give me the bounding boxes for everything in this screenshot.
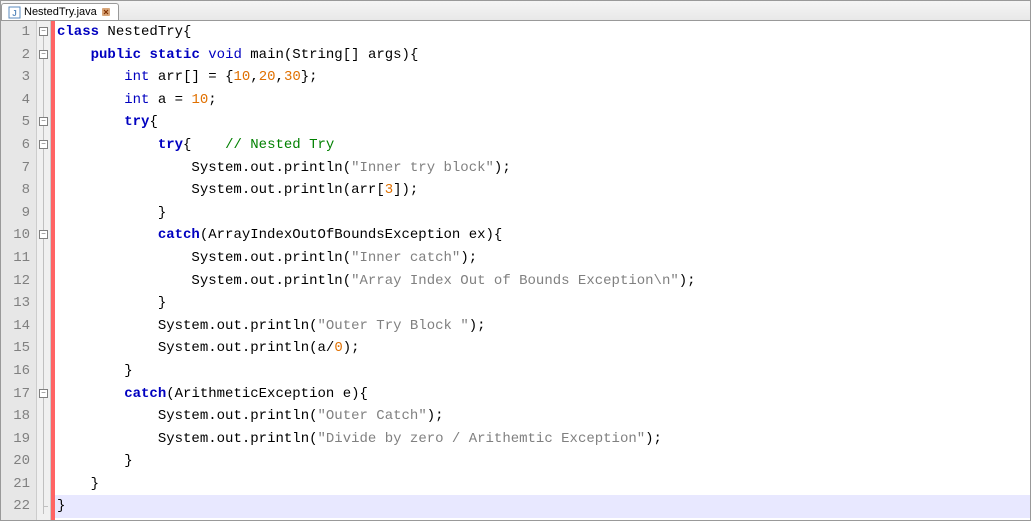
fold-toggle[interactable]: − [39, 389, 48, 398]
code-line[interactable]: try{ [55, 111, 1030, 134]
line-number: 2 [1, 44, 30, 67]
code-line[interactable]: } [55, 202, 1030, 225]
code-line[interactable]: try{ // Nested Try [55, 134, 1030, 157]
line-number: 21 [1, 473, 30, 496]
line-number: 22 [1, 495, 30, 518]
tab-filename: NestedTry.java [24, 6, 97, 18]
code-line[interactable]: } [55, 495, 1030, 518]
line-number-gutter: 12345678910111213141516171819202122 [1, 21, 37, 520]
line-number: 10 [1, 224, 30, 247]
java-file-icon: J [8, 6, 21, 19]
line-number: 14 [1, 315, 30, 338]
line-number: 6 [1, 134, 30, 157]
line-number: 20 [1, 450, 30, 473]
svg-text:J: J [12, 9, 16, 18]
code-line[interactable]: System.out.println("Inner catch"); [55, 247, 1030, 270]
fold-toggle[interactable]: − [39, 50, 48, 59]
line-number: 13 [1, 292, 30, 315]
code-line[interactable]: System.out.println("Outer Try Block "); [55, 315, 1030, 338]
fold-toggle[interactable]: − [39, 27, 48, 36]
code-line[interactable]: System.out.println(a/0); [55, 337, 1030, 360]
line-number: 19 [1, 428, 30, 451]
line-number: 5 [1, 111, 30, 134]
line-number: 17 [1, 383, 30, 406]
tab-close-button[interactable] [100, 6, 112, 18]
fold-toggle[interactable]: − [39, 117, 48, 126]
code-line[interactable]: class NestedTry{ [55, 21, 1030, 44]
line-number: 15 [1, 337, 30, 360]
code-line[interactable]: } [55, 292, 1030, 315]
fold-toggle[interactable]: − [39, 230, 48, 239]
line-number: 18 [1, 405, 30, 428]
code-line[interactable]: System.out.println("Outer Catch"); [55, 405, 1030, 428]
line-number: 4 [1, 89, 30, 112]
tab-bar: J NestedTry.java [1, 1, 1030, 21]
line-number: 9 [1, 202, 30, 225]
code-line[interactable]: catch(ArrayIndexOutOfBoundsException ex)… [55, 224, 1030, 247]
line-number: 16 [1, 360, 30, 383]
code-line[interactable]: public static void main(String[] args){ [55, 44, 1030, 67]
line-number: 1 [1, 21, 30, 44]
file-tab[interactable]: J NestedTry.java [1, 3, 119, 20]
code-line[interactable]: System.out.println("Inner try block"); [55, 157, 1030, 180]
code-line[interactable]: int a = 10; [55, 89, 1030, 112]
line-number: 12 [1, 270, 30, 293]
code-line[interactable]: } [55, 360, 1030, 383]
code-line[interactable]: } [55, 450, 1030, 473]
code-line[interactable]: System.out.println("Array Index Out of B… [55, 270, 1030, 293]
fold-toggle[interactable]: − [39, 140, 48, 149]
line-number: 7 [1, 157, 30, 180]
editor-area: 12345678910111213141516171819202122 −−−−… [1, 21, 1030, 520]
code-line[interactable]: System.out.println("Divide by zero / Ari… [55, 428, 1030, 451]
code-line[interactable]: System.out.println(arr[3]); [55, 179, 1030, 202]
code-line[interactable]: catch(ArithmeticException e){ [55, 383, 1030, 406]
line-number: 11 [1, 247, 30, 270]
line-number: 8 [1, 179, 30, 202]
fold-gutter: − − − − − − [37, 21, 51, 520]
code-line[interactable]: } [55, 473, 1030, 496]
code-area[interactable]: class NestedTry{ public static void main… [55, 21, 1030, 520]
line-number: 3 [1, 66, 30, 89]
code-line[interactable]: int arr[] = {10,20,30}; [55, 66, 1030, 89]
